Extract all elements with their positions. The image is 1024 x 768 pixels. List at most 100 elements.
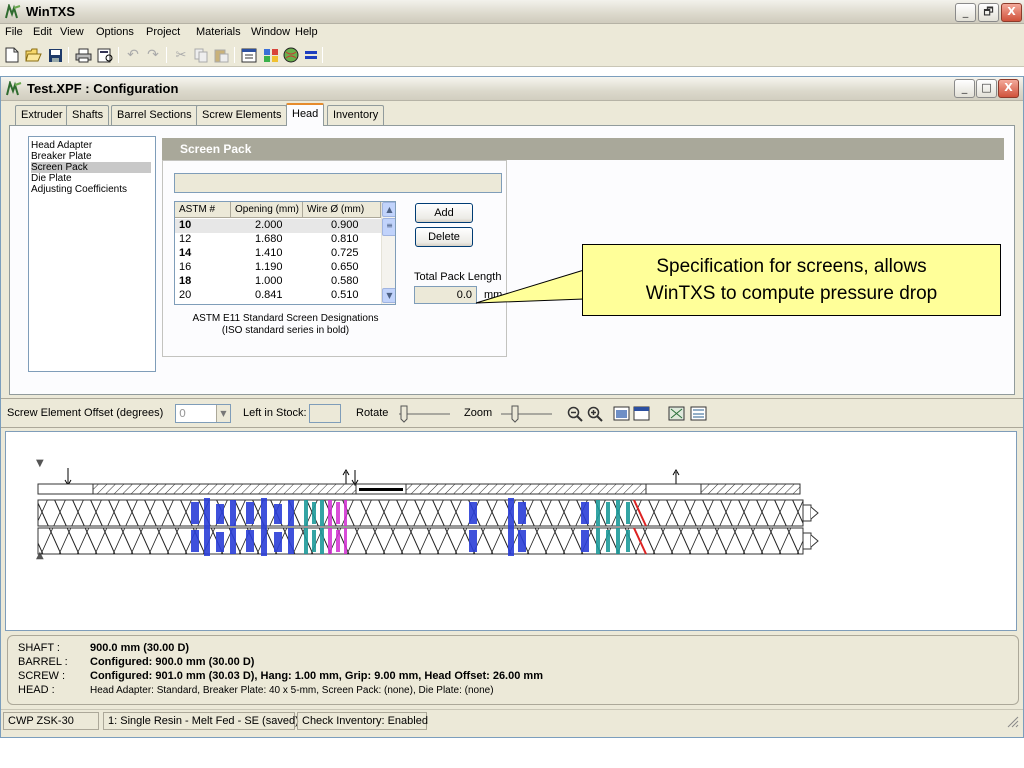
rotate-slider[interactable] (397, 404, 452, 424)
print-preview-icon[interactable] (96, 46, 114, 64)
opening-cell: 1.680 (255, 233, 283, 245)
tab-barrel-sections[interactable]: Barrel Sections (111, 105, 198, 125)
print-icon[interactable] (74, 46, 92, 64)
minimize-button[interactable]: _ (955, 3, 976, 22)
screw-key: SCREW : (18, 670, 66, 682)
table-row[interactable]: 10 2.000 0.900 (175, 219, 381, 233)
image-view-icon[interactable] (613, 405, 631, 423)
table-row[interactable]: 14 1.410 0.725 (175, 247, 381, 261)
shaft-key: SHAFT : (18, 642, 60, 654)
status-machine: CWP ZSK-30 (3, 712, 99, 730)
add-button[interactable]: Add (415, 203, 473, 223)
delete-button[interactable]: Delete (415, 227, 473, 247)
configuration-window: Test.XPF : Configuration _ □ X Extruder … (0, 76, 1024, 738)
new-file-icon[interactable] (3, 46, 21, 64)
scroll-up-icon[interactable]: ▲ (382, 202, 395, 217)
equals-icon[interactable] (302, 46, 320, 64)
stock-label: Left in Stock: (243, 407, 307, 419)
child-minimize-button[interactable]: _ (954, 79, 975, 98)
screw-view-icon[interactable] (668, 405, 686, 423)
table-row[interactable]: 20 0.841 0.510 (175, 289, 381, 303)
child-maximize-button[interactable]: □ (976, 79, 997, 98)
list-item-screen-pack[interactable]: Screen Pack (31, 162, 151, 173)
head-key: HEAD : (18, 684, 55, 696)
table-row[interactable]: 16 1.190 0.650 (175, 261, 381, 275)
redo-icon[interactable]: ↷ (144, 46, 162, 64)
screen-pack-name-field[interactable] (174, 173, 502, 193)
open-folder-icon[interactable] (24, 46, 42, 64)
head-value: Head Adapter: Standard, Breaker Plate: 4… (90, 685, 494, 696)
list-item-die-plate[interactable]: Die Plate (31, 173, 72, 184)
offset-label: Screw Element Offset (degrees) (7, 407, 164, 419)
wire-cell: 0.725 (331, 247, 359, 259)
menu-materials[interactable]: Materials (196, 26, 241, 38)
astm-cell: 14 (179, 247, 192, 259)
table-row[interactable]: 18 1.000 0.580 (175, 275, 381, 289)
chevron-down-icon[interactable]: ▼ (216, 405, 230, 422)
globe-icon[interactable] (282, 46, 300, 64)
list-item-head-adapter[interactable]: Head Adapter (31, 140, 92, 151)
menu-project[interactable]: Project (146, 26, 180, 38)
barrel-view-icon[interactable] (690, 405, 708, 423)
menu-view[interactable]: View (60, 26, 84, 38)
total-pack-length-field[interactable]: 0.0 (414, 286, 477, 304)
stock-field (309, 404, 341, 423)
scroll-down-icon[interactable]: ▼ (382, 288, 395, 303)
zoom-in-icon[interactable] (587, 406, 603, 422)
status-project: 1: Single Resin - Melt Fed - SE (saved) (103, 712, 299, 730)
configure-icon[interactable] (262, 46, 280, 64)
menu-window[interactable]: Window (251, 26, 290, 38)
scroll-thumb[interactable]: ≡ (382, 218, 395, 236)
close-button[interactable]: X (1001, 3, 1022, 22)
table-scrollbar[interactable]: ▲ ≡ ▼ (381, 202, 395, 304)
screen-table[interactable]: ASTM # Opening (mm) Wire Ø (mm) 10 2.000… (174, 201, 396, 305)
list-item-breaker-plate[interactable]: Breaker Plate (31, 151, 92, 162)
paste-icon[interactable] (212, 46, 230, 64)
zoom-label: Zoom (464, 407, 493, 419)
svg-text:▼: ▼ (36, 458, 44, 469)
offset-select[interactable]: 0 ▼ (175, 404, 231, 423)
properties-icon[interactable] (240, 46, 258, 64)
menu-file[interactable]: File (5, 26, 23, 38)
screw-configuration-canvas[interactable]: ▼ ▲ (5, 431, 1017, 631)
main-toolbar: ↶ ↷ ✂ (0, 43, 1024, 67)
wire-cell: 0.650 (331, 261, 359, 273)
copy-icon[interactable] (192, 46, 210, 64)
save-icon[interactable] (46, 46, 64, 64)
app-title: WinTXS (26, 4, 75, 19)
table-row[interactable]: 12 1.680 0.810 (175, 233, 381, 247)
tab-shafts[interactable]: Shafts (66, 105, 110, 125)
head-component-list[interactable]: Head Adapter Breaker Plate Screen Pack D… (28, 136, 156, 372)
offset-value: 0 (179, 407, 186, 420)
window-title: Test.XPF : Configuration (27, 81, 179, 96)
table-caption-line2: (ISO standard series in bold) (221, 325, 350, 336)
tab-inventory[interactable]: Inventory (327, 105, 385, 125)
tab-screw-elements[interactable]: Screw Elements (196, 105, 288, 125)
cut-icon[interactable]: ✂ (172, 46, 190, 64)
tab-extruder[interactable]: Extruder (15, 105, 69, 125)
section-header: Screen Pack (162, 138, 1004, 160)
toolbar-separator (68, 47, 69, 63)
menu-help[interactable]: Help (295, 26, 318, 38)
window-view-icon[interactable] (633, 405, 651, 423)
child-close-button[interactable]: X (998, 79, 1019, 98)
restore-button[interactable]: 🗗 (978, 3, 999, 22)
zoom-out-icon[interactable] (567, 406, 583, 422)
list-item-adjusting-coefficients[interactable]: Adjusting Coefficients (31, 184, 127, 195)
menu-edit[interactable]: Edit (33, 26, 52, 38)
wire-cell: 0.810 (331, 233, 359, 245)
app-title-bar: WinTXS _ 🗗 X (0, 0, 1024, 24)
column-header-wire[interactable]: Wire Ø (mm) (303, 202, 381, 218)
zoom-slider[interactable] (499, 404, 554, 424)
section-title: Screen Pack (180, 142, 252, 156)
resize-grip-icon[interactable] (1007, 716, 1019, 728)
shaft-info-line: SHAFT : 900.0 mm (30.00 D) (18, 642, 189, 654)
astm-cell: 18 (179, 275, 192, 287)
screw-view-toolbar: Screw Element Offset (degrees) 0 ▼ Left … (1, 398, 1023, 428)
column-header-astm[interactable]: ASTM # (175, 202, 231, 218)
column-header-opening[interactable]: Opening (mm) (231, 202, 303, 218)
menu-options[interactable]: Options (96, 26, 134, 38)
tab-head[interactable]: Head (286, 103, 325, 126)
rotate-label: Rotate (356, 407, 389, 419)
undo-icon[interactable]: ↶ (124, 46, 142, 64)
